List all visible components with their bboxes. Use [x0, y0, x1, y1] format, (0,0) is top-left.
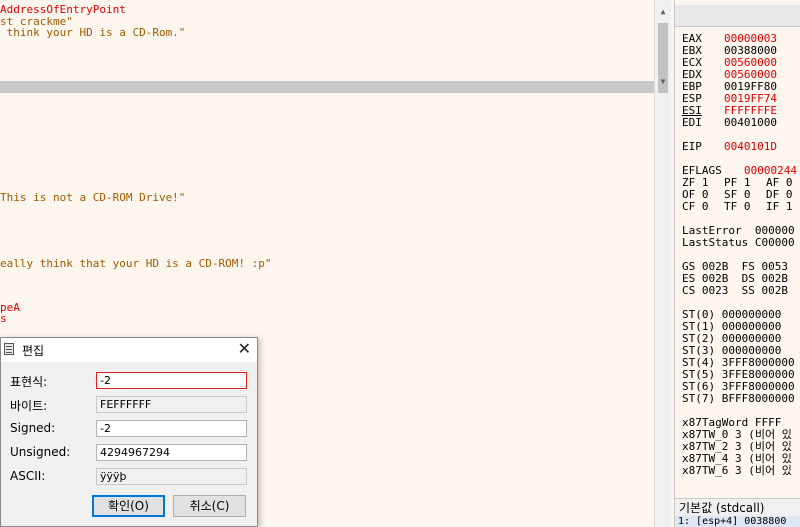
disasm-line-string[interactable]: think your HD is a CD-Rom.": [0, 27, 186, 39]
dialog-title: 편집: [22, 344, 45, 358]
calling-convention-dropdown[interactable]: 기본값 (stdcall): [674, 498, 800, 516]
expression-input[interactable]: -2: [96, 372, 247, 389]
register-value-edi[interactable]: 00401000: [724, 117, 777, 129]
notepad-icon: [4, 343, 14, 355]
disasm-line-string[interactable]: This is not a CD-ROM Drive!": [0, 192, 185, 204]
registers-pane[interactable]: EAX 00000003 EBX 00388000 ECX 00560000 E…: [674, 0, 800, 527]
signed-input[interactable]: -2: [96, 420, 247, 437]
scroll-down-arrow-icon[interactable]: ▼: [655, 74, 671, 90]
signed-label: Signed:: [10, 421, 56, 435]
flag-if[interactable]: IF 1: [766, 201, 793, 213]
register-name: EDI: [682, 116, 702, 129]
last-status[interactable]: LastStatus C00000: [682, 237, 795, 249]
bytes-field[interactable]: FEFFFFFF: [96, 396, 247, 413]
selected-row[interactable]: [0, 81, 654, 93]
ascii-label: ASCII:: [10, 469, 46, 483]
dialog-titlebar[interactable]: 편집 ✕: [1, 338, 257, 362]
cancel-button[interactable]: 취소(C): [173, 495, 246, 517]
scroll-up-arrow-icon[interactable]: ▲: [655, 4, 671, 20]
unsigned-input[interactable]: 4294967294: [96, 444, 247, 461]
expression-label: 표현식:: [10, 375, 48, 389]
flag-tf[interactable]: TF 0: [724, 201, 751, 213]
unsigned-label: Unsigned:: [10, 445, 71, 459]
x87-tag[interactable]: x87TW_6 3 (비어 있: [682, 465, 792, 477]
disassembly-scrollbar[interactable]: ▲ ▼: [654, 0, 671, 527]
disasm-line-api[interactable]: s: [0, 313, 7, 325]
close-icon[interactable]: ✕: [238, 340, 251, 358]
registers-header[interactable]: [675, 5, 800, 27]
register-value-eip[interactable]: 0040101D: [724, 141, 777, 153]
stack-argument-row[interactable]: 1: [esp+4] 0038800: [674, 516, 800, 527]
ascii-field[interactable]: ÿÿÿþ: [96, 468, 247, 485]
register-name: EIP: [682, 140, 702, 153]
segment-row[interactable]: CS 0023 SS 002B: [682, 285, 788, 297]
fpu-register[interactable]: ST(7) BFFF8000000: [682, 393, 795, 405]
bytes-label: 바이트:: [10, 399, 48, 413]
disasm-line-string[interactable]: eally think that your HD is a CD-ROM! :p…: [0, 258, 272, 270]
ok-button[interactable]: 확인(O): [92, 495, 165, 517]
flag-cf[interactable]: CF 0: [682, 201, 709, 213]
